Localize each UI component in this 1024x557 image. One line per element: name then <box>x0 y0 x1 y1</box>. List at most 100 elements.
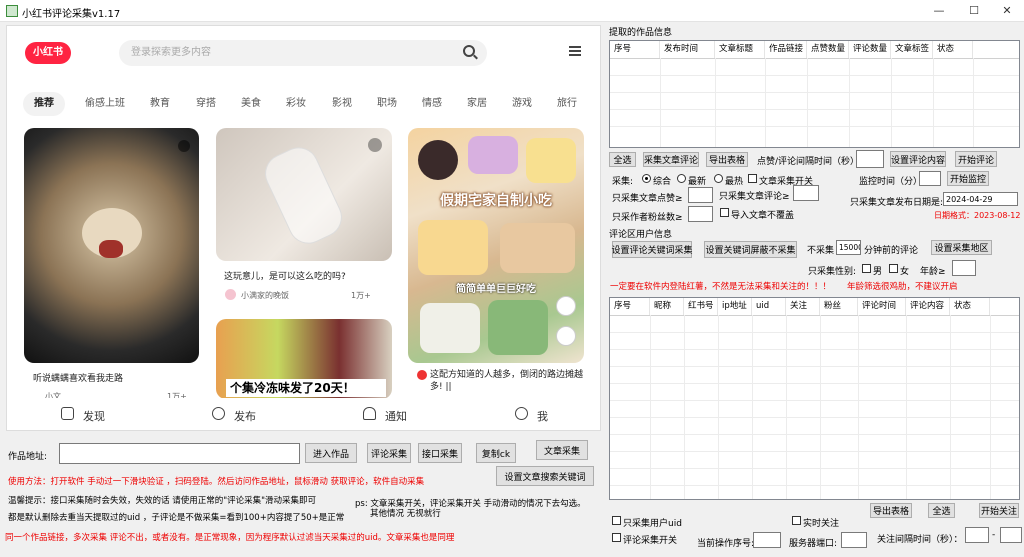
start-follow-button[interactable]: 开始关注 <box>979 503 1019 518</box>
search-box[interactable]: 登录探索更多内容 <box>119 40 487 66</box>
comment-collect-button[interactable]: 评论采集 <box>367 443 411 463</box>
users-table[interactable]: 序号 昵称 红书号 ip地址 uid 关注 粉丝 评论时间 评论内容 状态 <box>609 297 1020 500</box>
tab-category[interactable]: 穿搭 <box>191 92 221 116</box>
tab-category[interactable]: 偷感上班 <box>79 92 131 116</box>
comment-switch-checkbox[interactable] <box>612 533 621 542</box>
export-table-button[interactable]: 导出表格 <box>706 152 748 167</box>
import-no-overwrite-checkbox[interactable] <box>720 208 729 217</box>
card-likes[interactable]: 1万+ <box>351 290 371 301</box>
nav-discover[interactable]: 发现 <box>83 408 105 424</box>
search-icon[interactable] <box>463 45 475 57</box>
tab-recommend[interactable]: 推荐 <box>23 92 65 116</box>
fans-filter-input[interactable] <box>688 206 713 222</box>
server-port-input[interactable] <box>841 532 867 548</box>
feed-card-image[interactable] <box>216 128 392 261</box>
follow-interval-to[interactable] <box>1000 527 1022 543</box>
minutes-input[interactable]: 15000 <box>836 240 861 255</box>
table-header[interactable]: 点赞数量 <box>807 41 849 58</box>
tab-category[interactable]: 教育 <box>145 92 175 116</box>
tab-category[interactable]: 职场 <box>372 92 402 116</box>
table-header[interactable]: 红书号 <box>684 298 718 315</box>
radio-comprehensive[interactable] <box>642 174 651 183</box>
close-button[interactable]: ✕ <box>998 3 1016 19</box>
table-header[interactable]: 文章标题 <box>715 41 765 58</box>
article-switch-checkbox[interactable] <box>748 174 757 183</box>
date-filter-input[interactable]: 2024-04-29 <box>943 192 1018 206</box>
feed-card-image[interactable]: 个集冷冻味发了20天！ <box>216 319 392 399</box>
image-icon[interactable] <box>556 296 576 316</box>
enter-work-button[interactable]: 进入作品 <box>305 443 357 463</box>
bell-icon[interactable] <box>363 407 376 420</box>
tab-category[interactable]: 彩妆 <box>281 92 311 116</box>
comments-filter-input[interactable] <box>793 185 819 201</box>
maximize-button[interactable]: ☐ <box>965 3 983 19</box>
select-all-button-2[interactable]: 全选 <box>928 503 955 518</box>
set-comment-content-button[interactable]: 设置评论内容 <box>890 151 946 167</box>
radio-latest[interactable] <box>677 174 686 183</box>
female-checkbox[interactable] <box>889 264 898 273</box>
copy-ck-button[interactable]: 复制ck <box>476 443 516 463</box>
radio-hottest[interactable] <box>714 174 723 183</box>
nav-publish[interactable]: 发布 <box>234 408 256 424</box>
tab-category[interactable]: 美食 <box>236 92 266 116</box>
api-collect-button[interactable]: 接口采集 <box>418 443 462 463</box>
age-input[interactable] <box>952 260 976 276</box>
table-header[interactable]: 发布时间 <box>660 41 715 58</box>
set-keyword-block-button[interactable]: 设置关键词屏蔽不采集 <box>704 241 797 258</box>
table-header[interactable]: 昵称 <box>650 298 684 315</box>
works-section-title: 提取的作品信息 <box>609 28 673 38</box>
add-icon[interactable] <box>212 407 225 420</box>
tab-category[interactable]: 家居 <box>462 92 492 116</box>
card-title[interactable]: 听说螨螨喜欢看我走路 <box>33 371 123 384</box>
browser-view[interactable]: 小红书 登录探索更多内容 推荐 偷感上班 教育 穿搭 美食 彩妆 影视 职场 情… <box>6 25 601 431</box>
table-header[interactable]: 评论时间 <box>858 298 906 315</box>
card-title[interactable]: 这配方知道的人越多，倒闭的路边摊越多! || <box>430 369 592 393</box>
table-header[interactable]: 状态 <box>933 41 973 58</box>
nav-me[interactable]: 我 <box>537 408 548 424</box>
home-icon[interactable] <box>61 407 74 420</box>
table-header[interactable]: 序号 <box>610 298 650 315</box>
set-region-button[interactable]: 设置采集地区 <box>931 240 992 255</box>
feed-card-image[interactable] <box>24 128 199 363</box>
xhs-logo[interactable]: 小红书 <box>25 42 71 64</box>
article-collect-button[interactable]: 文章采集 <box>536 440 588 460</box>
table-header[interactable]: 关注 <box>786 298 820 315</box>
select-all-button[interactable]: 全选 <box>609 152 636 167</box>
refresh-icon[interactable] <box>556 326 576 346</box>
table-header[interactable]: 粉丝 <box>820 298 858 315</box>
collect-article-comments-button[interactable]: 采集文章评论 <box>643 152 699 167</box>
current-seq-input[interactable] <box>753 532 781 548</box>
card-title[interactable]: 这玩意儿，是可以这么吃的吗? <box>224 269 346 282</box>
export-table-button-2[interactable]: 导出表格 <box>870 503 912 518</box>
table-header[interactable]: 序号 <box>610 41 660 58</box>
follow-interval-from[interactable] <box>965 527 989 543</box>
minimize-button[interactable]: — <box>930 3 948 19</box>
table-header[interactable]: 文章标签 <box>891 41 933 58</box>
feed-card-image[interactable]: 假期宅家自制小吃 简简单单巨巨好吃 <box>408 128 584 363</box>
set-search-keywords-button[interactable]: 设置文章搜索关键词 <box>496 466 594 486</box>
male-checkbox[interactable] <box>862 264 871 273</box>
tab-category[interactable]: 旅行 <box>552 92 582 116</box>
table-header[interactable]: 作品链接 <box>765 41 807 58</box>
tab-category[interactable]: 情感 <box>417 92 447 116</box>
table-header[interactable]: ip地址 <box>718 298 752 315</box>
table-header[interactable]: 评论内容 <box>906 298 950 315</box>
user-icon[interactable] <box>515 407 528 420</box>
nav-notify[interactable]: 通知 <box>385 408 407 424</box>
url-input[interactable] <box>59 443 300 464</box>
table-header[interactable]: 状态 <box>950 298 990 315</box>
set-keyword-collect-button[interactable]: 设置评论关键词采集 <box>612 241 693 258</box>
works-table[interactable]: 序号 发布时间 文章标题 作品链接 点赞数量 评论数量 文章标签 状态 <box>609 40 1020 148</box>
start-monitor-button[interactable]: 开始监控 <box>947 171 989 186</box>
menu-icon[interactable] <box>569 46 581 56</box>
table-header[interactable]: 评论数量 <box>849 41 891 58</box>
realtime-follow-checkbox[interactable] <box>792 516 801 525</box>
interval-input[interactable] <box>856 150 884 168</box>
tab-category[interactable]: 游戏 <box>507 92 537 116</box>
likes-filter-input[interactable] <box>688 187 713 203</box>
monitor-input[interactable] <box>919 171 941 186</box>
start-comment-button[interactable]: 开始评论 <box>955 151 997 167</box>
only-uid-checkbox[interactable] <box>612 516 621 525</box>
tab-category[interactable]: 影视 <box>327 92 357 116</box>
table-header[interactable]: uid <box>752 298 786 315</box>
